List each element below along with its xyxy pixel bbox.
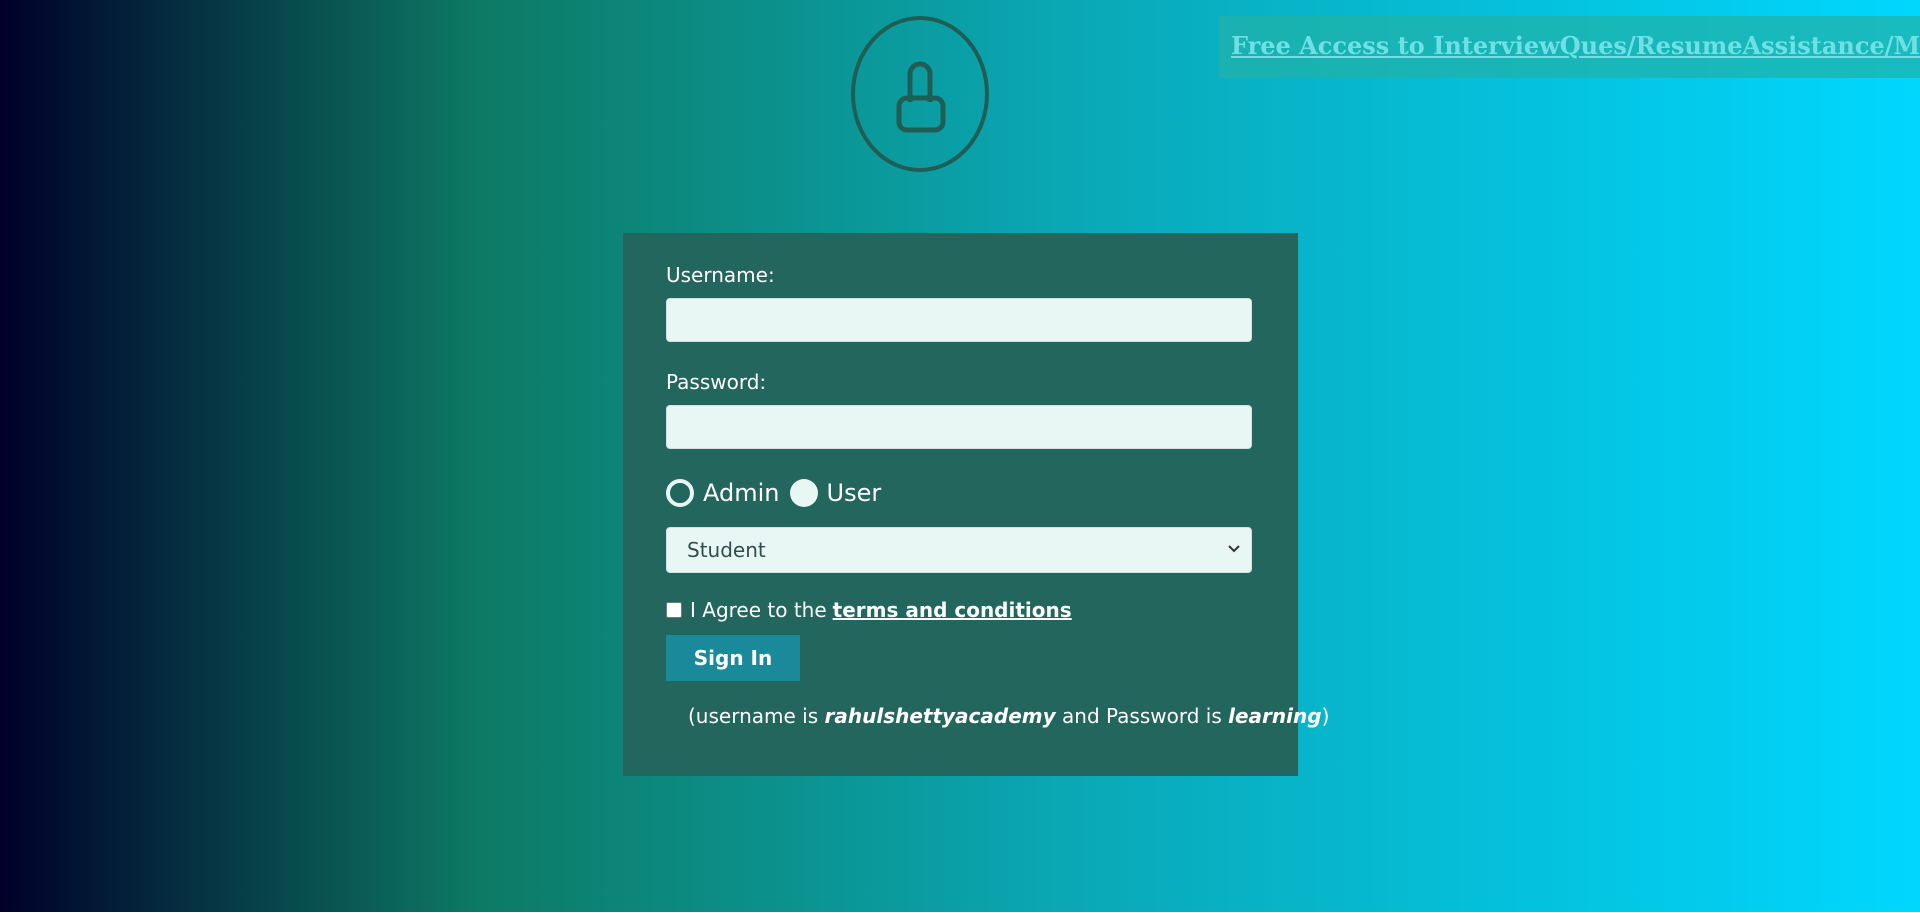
lock-icon	[851, 16, 989, 172]
hint-open: (username is	[688, 704, 819, 728]
user-radio-label: User	[826, 479, 882, 507]
terms-row: I Agree to the terms and conditions	[666, 598, 1072, 622]
terms-prefix: I Agree to the	[690, 598, 827, 622]
signin-button[interactable]: Sign In	[666, 635, 800, 681]
login-card: Username: Password: Admin User Student I…	[623, 233, 1329, 776]
terms-checkbox[interactable]	[666, 602, 682, 618]
hint-username: rahulshettyacademy	[824, 704, 1056, 728]
terms-link[interactable]: terms and conditions	[833, 598, 1072, 622]
promo-link[interactable]: Free Access to InterviewQues/ResumeAssis…	[1231, 31, 1920, 60]
credentials-hint: (username is rahulshettyacademy and Pass…	[688, 704, 1329, 728]
chevron-down-icon	[1228, 545, 1240, 553]
password-input[interactable]	[666, 405, 1252, 449]
hint-close: )	[1321, 704, 1330, 728]
username-input[interactable]	[666, 298, 1252, 342]
promo-banner: Free Access to InterviewQues/ResumeAssis…	[1219, 16, 1920, 78]
admin-radio-label: Admin	[703, 479, 780, 507]
password-label: Password:	[666, 370, 767, 394]
user-radio[interactable]	[789, 479, 818, 507]
hint-password: learning	[1228, 704, 1322, 728]
admin-radio[interactable]	[666, 479, 694, 507]
role-select[interactable]: Student	[666, 527, 1252, 573]
role-radio-group: Admin User	[666, 473, 891, 513]
username-label: Username:	[666, 263, 775, 287]
role-select-value: Student	[687, 538, 766, 562]
hint-mid: and Password is	[1062, 704, 1222, 728]
